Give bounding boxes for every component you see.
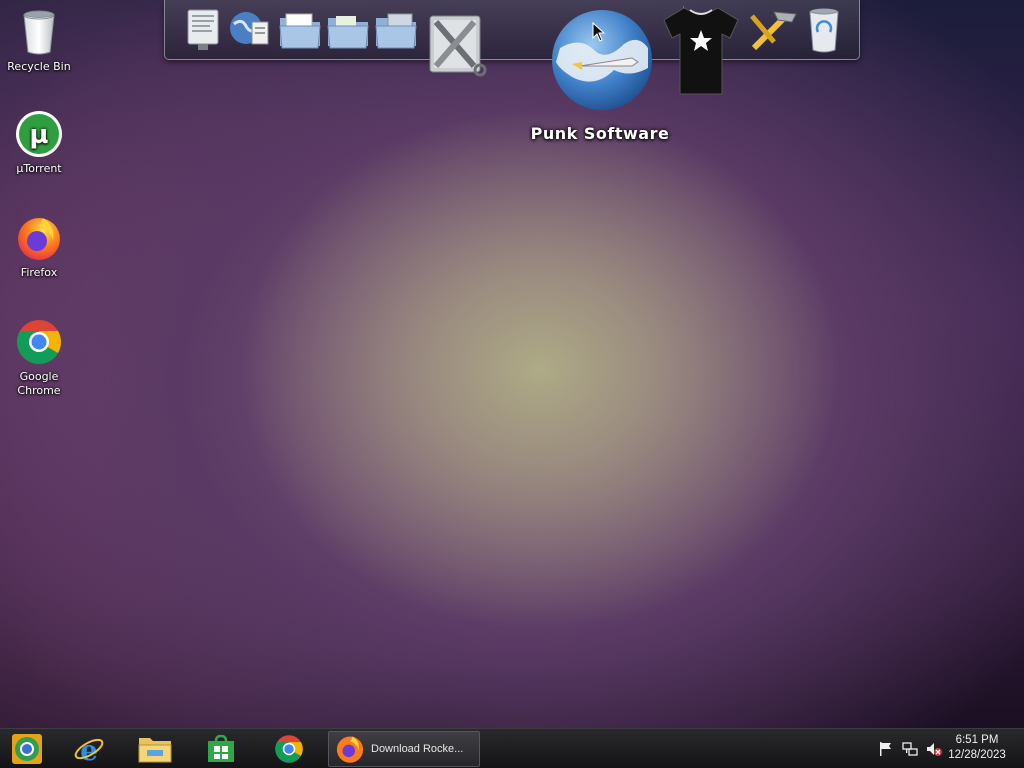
file-explorer-icon [138,738,172,763]
tshirt-icon[interactable] [662,4,740,96]
taskbar-pinned-internet-explorer[interactable]: e [72,733,106,765]
terminal-icon[interactable] [184,6,224,54]
chrome-canary-icon [12,734,42,764]
trash-icon[interactable] [804,6,844,54]
network-icon[interactable] [902,741,918,757]
recycle-bin-icon [23,10,55,55]
desktop-icon-chrome[interactable]: Google Chrome [4,318,74,398]
svg-text:µ: µ [29,120,48,150]
desktop-icon-label: Firefox [20,266,58,279]
svg-text:e: e [80,734,98,765]
tools-icon[interactable] [422,8,490,78]
globe-document-icon[interactable] [228,8,272,52]
desktop-icon-label: Google Chrome [17,370,61,397]
firefox-icon [336,736,364,763]
documents-folder-icon[interactable] [278,10,322,50]
taskbar-pinned-store[interactable] [204,733,238,765]
taskbar-task-firefox[interactable]: Download Rocke... [328,731,480,767]
dock-hover-label: Punk Software [530,124,670,143]
taskbar-pinned-chrome-canary[interactable] [10,733,44,765]
desktop-icon-label: Recycle Bin [7,60,71,73]
desktop-icon-label: µTorrent [16,162,62,175]
taskbar-pinned-chrome[interactable] [272,733,306,765]
clock-time: 6:51 PM [955,734,999,746]
taskbar: e Download Rocke... 6:51 PM 12/28/2023 [0,728,1024,768]
clock-date: 12/28/2023 [948,749,1006,761]
volume-muted-icon[interactable] [926,741,942,757]
system-tray: 6:51 PM 12/28/2023 [864,729,1024,768]
taskbar-pinned-file-explorer[interactable] [138,733,172,765]
hammer-icon[interactable] [744,8,800,54]
image-folder-icon[interactable] [374,10,418,50]
store-icon [208,734,234,762]
chrome-icon [17,320,61,364]
taskbar-clock[interactable]: 6:51 PM 12/28/2023 [942,733,1012,763]
folder-icon[interactable] [326,10,370,50]
flag-icon[interactable] [878,741,894,757]
utorrent-icon: µ [16,111,62,157]
desktop-icon-firefox[interactable]: Firefox [4,214,74,280]
desktop-icon-recycle-bin[interactable]: Recycle Bin [4,8,74,74]
chrome-icon [275,735,303,763]
mouse-cursor-icon [592,22,606,42]
task-label: Download Rocke... [371,743,464,755]
desktop-icon-utorrent[interactable]: µ µTorrent [4,110,74,176]
firefox-icon [18,218,60,260]
internet-explorer-icon: e [74,734,104,765]
